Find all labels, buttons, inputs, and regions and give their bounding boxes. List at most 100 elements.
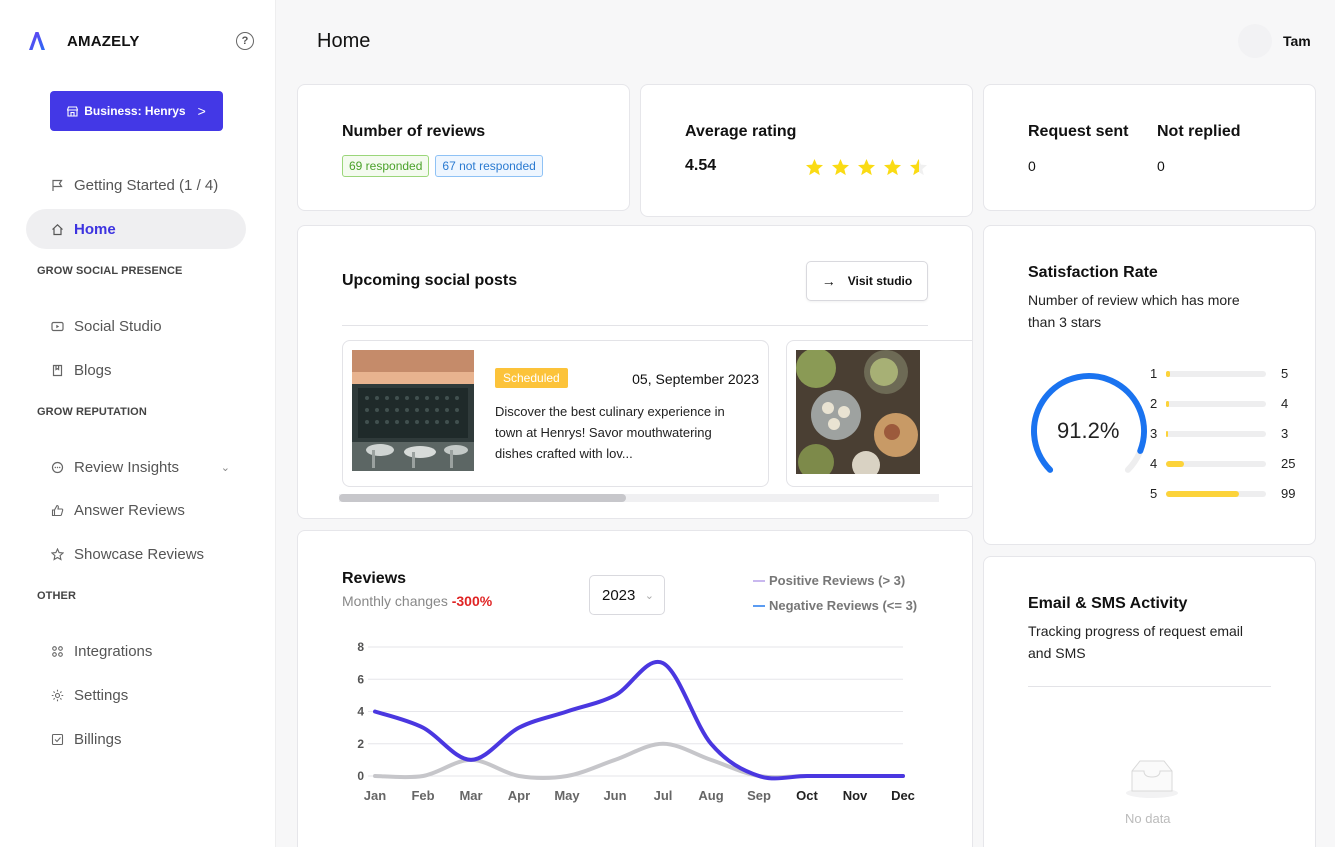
x-tick-label: Jun <box>603 788 626 803</box>
sidebar-item-label: Settings <box>74 686 129 704</box>
rating-row-count: 4 <box>1281 396 1289 411</box>
sidebar-item-showcase-reviews[interactable]: Showcase Reviews <box>26 534 246 574</box>
request-sent-label: Request sent <box>1028 123 1129 140</box>
play-square-icon <box>50 319 64 333</box>
rating-distribution: 1 5 2 4 3 3 4 25 5 99 <box>1150 366 1310 506</box>
sidebar-item-review-insights[interactable]: Review Insights ⌄ <box>26 447 246 487</box>
post-card[interactable] <box>786 340 972 487</box>
requests-card: Request sent 0 Not replied 0 <box>983 84 1316 211</box>
chevron-down-icon[interactable]: ⌄ <box>221 461 230 474</box>
y-tick-label: 8 <box>357 640 364 654</box>
sidebar-item-label: Billings <box>74 730 122 748</box>
flag-icon <box>50 178 64 192</box>
sidebar-item-getting-started[interactable]: Getting Started (1 / 4) <box>26 165 246 205</box>
request-sent-value: 0 <box>1028 158 1036 174</box>
sidebar-item-blogs[interactable]: Blogs <box>26 350 246 390</box>
star-icon <box>858 159 875 176</box>
average-rating-value: 4.54 <box>685 157 717 174</box>
thumbs-up-icon <box>50 503 64 517</box>
x-tick-label: Dec <box>891 788 915 803</box>
divider <box>342 325 928 326</box>
chevron-right-icon: > <box>197 103 206 119</box>
empty-inbox-icon <box>1126 760 1178 798</box>
divider <box>1028 686 1271 687</box>
x-tick-label: Jan <box>364 788 386 803</box>
rating-row-bar <box>1166 401 1169 407</box>
section-title-other: OTHER <box>37 590 76 602</box>
rating-row-star: 2 <box>1150 396 1158 411</box>
legend-swatch-positive <box>753 579 765 582</box>
store-icon <box>67 105 79 117</box>
user-name[interactable]: Tam <box>1283 33 1311 49</box>
reviews-count-title: Number of reviews <box>342 123 486 140</box>
post-image <box>352 350 474 471</box>
sidebar-item-label: Review Insights <box>74 458 180 476</box>
post-image <box>796 350 920 474</box>
y-tick-label: 2 <box>357 737 364 751</box>
rating-row-count: 5 <box>1281 366 1289 381</box>
satisfaction-subtitle-line: than 3 stars <box>1028 314 1102 330</box>
year-select[interactable]: 2023 ⌄ <box>589 575 665 615</box>
rating-row-track <box>1166 461 1266 467</box>
legend-negative-label: Negative Reviews (<= 3) <box>769 598 918 613</box>
sidebar-item-home[interactable]: Home <box>26 209 246 249</box>
rating-row-star: 4 <box>1150 456 1158 471</box>
responded-tag: 69 responded <box>342 155 430 177</box>
rating-row-count: 25 <box>1281 456 1296 471</box>
post-card[interactable]: Scheduled 05, September 2023 Discover th… <box>342 340 769 487</box>
x-tick-label: Apr <box>508 788 530 803</box>
rating-row: 33 <box>1150 426 1310 444</box>
satisfaction-card: Satisfaction Rate Number of review which… <box>983 225 1316 545</box>
amazely-logo-icon[interactable] <box>26 30 48 52</box>
sidebar-item-settings[interactable]: Settings <box>26 675 246 715</box>
star-icon <box>910 159 927 176</box>
x-tick-label: Mar <box>459 788 482 803</box>
sidebar: AMAZELY ? Business: Henrys > Getting Sta… <box>0 0 276 847</box>
horizontal-scrollbar-thumb[interactable] <box>339 494 626 502</box>
sidebar-item-social-studio[interactable]: Social Studio <box>26 306 246 346</box>
not-replied-label: Not replied <box>1157 123 1241 140</box>
x-tick-label: Jul <box>654 788 673 803</box>
legend-positive[interactable]: Positive Reviews (> 3) <box>753 573 905 588</box>
rating-row-bar <box>1166 431 1168 437</box>
scheduled-badge: Scheduled <box>495 368 568 388</box>
rating-row-count: 99 <box>1281 486 1296 501</box>
page-title: Home <box>317 30 371 52</box>
rating-row-bar <box>1166 491 1239 497</box>
gear-icon <box>50 688 64 702</box>
email-sms-title: Email & SMS Activity <box>1028 595 1188 612</box>
business-label: Business: Henrys <box>84 104 186 118</box>
not-responded-tag: 67 not responded <box>435 155 543 177</box>
section-title-grow-reputation: GROW REPUTATION <box>37 406 147 418</box>
sidebar-item-label: Home <box>74 220 116 238</box>
legend-positive-label: Positive Reviews (> 3) <box>769 573 906 588</box>
sidebar-item-label: Getting Started (1 / 4) <box>74 176 219 194</box>
post-text: Discover the best culinary experience in… <box>495 401 755 464</box>
y-tick-label: 0 <box>357 769 364 783</box>
reviews-chart-card: Reviews Monthly changes -300% 2023 ⌄ Pos… <box>297 530 973 847</box>
satisfaction-percent: 91.2% <box>1057 418 1120 443</box>
avatar[interactable] <box>1238 24 1272 58</box>
rating-stars <box>805 158 928 177</box>
sidebar-item-answer-reviews[interactable]: Answer Reviews <box>26 490 246 530</box>
rating-row-track <box>1166 431 1266 437</box>
legend-negative[interactable]: Negative Reviews (<= 3) <box>753 598 917 613</box>
legend-swatch-negative <box>753 604 765 607</box>
email-sms-subtitle-line: Tracking progress of request email <box>1028 623 1244 639</box>
business-selector-button[interactable]: Business: Henrys > <box>50 91 223 131</box>
sidebar-item-integrations[interactable]: Integrations <box>26 631 246 671</box>
visit-studio-button[interactable]: → Visit studio <box>806 261 928 301</box>
post-text-line: dishes crafted with lov... <box>495 446 633 461</box>
rating-row: 15 <box>1150 366 1310 384</box>
help-icon[interactable]: ? <box>236 32 254 50</box>
rating-row-star: 5 <box>1150 486 1158 501</box>
sidebar-item-billings[interactable]: Billings <box>26 719 246 759</box>
email-sms-subtitle-line: and SMS <box>1028 645 1086 661</box>
apps-icon <box>50 644 64 658</box>
home-icon <box>50 222 64 236</box>
sidebar-item-label: Blogs <box>74 361 112 379</box>
sidebar-item-label: Integrations <box>74 642 153 660</box>
social-posts-title: Upcoming social posts <box>342 272 518 289</box>
star-outline-icon <box>50 547 64 561</box>
brand-name: AMAZELY <box>67 32 140 50</box>
